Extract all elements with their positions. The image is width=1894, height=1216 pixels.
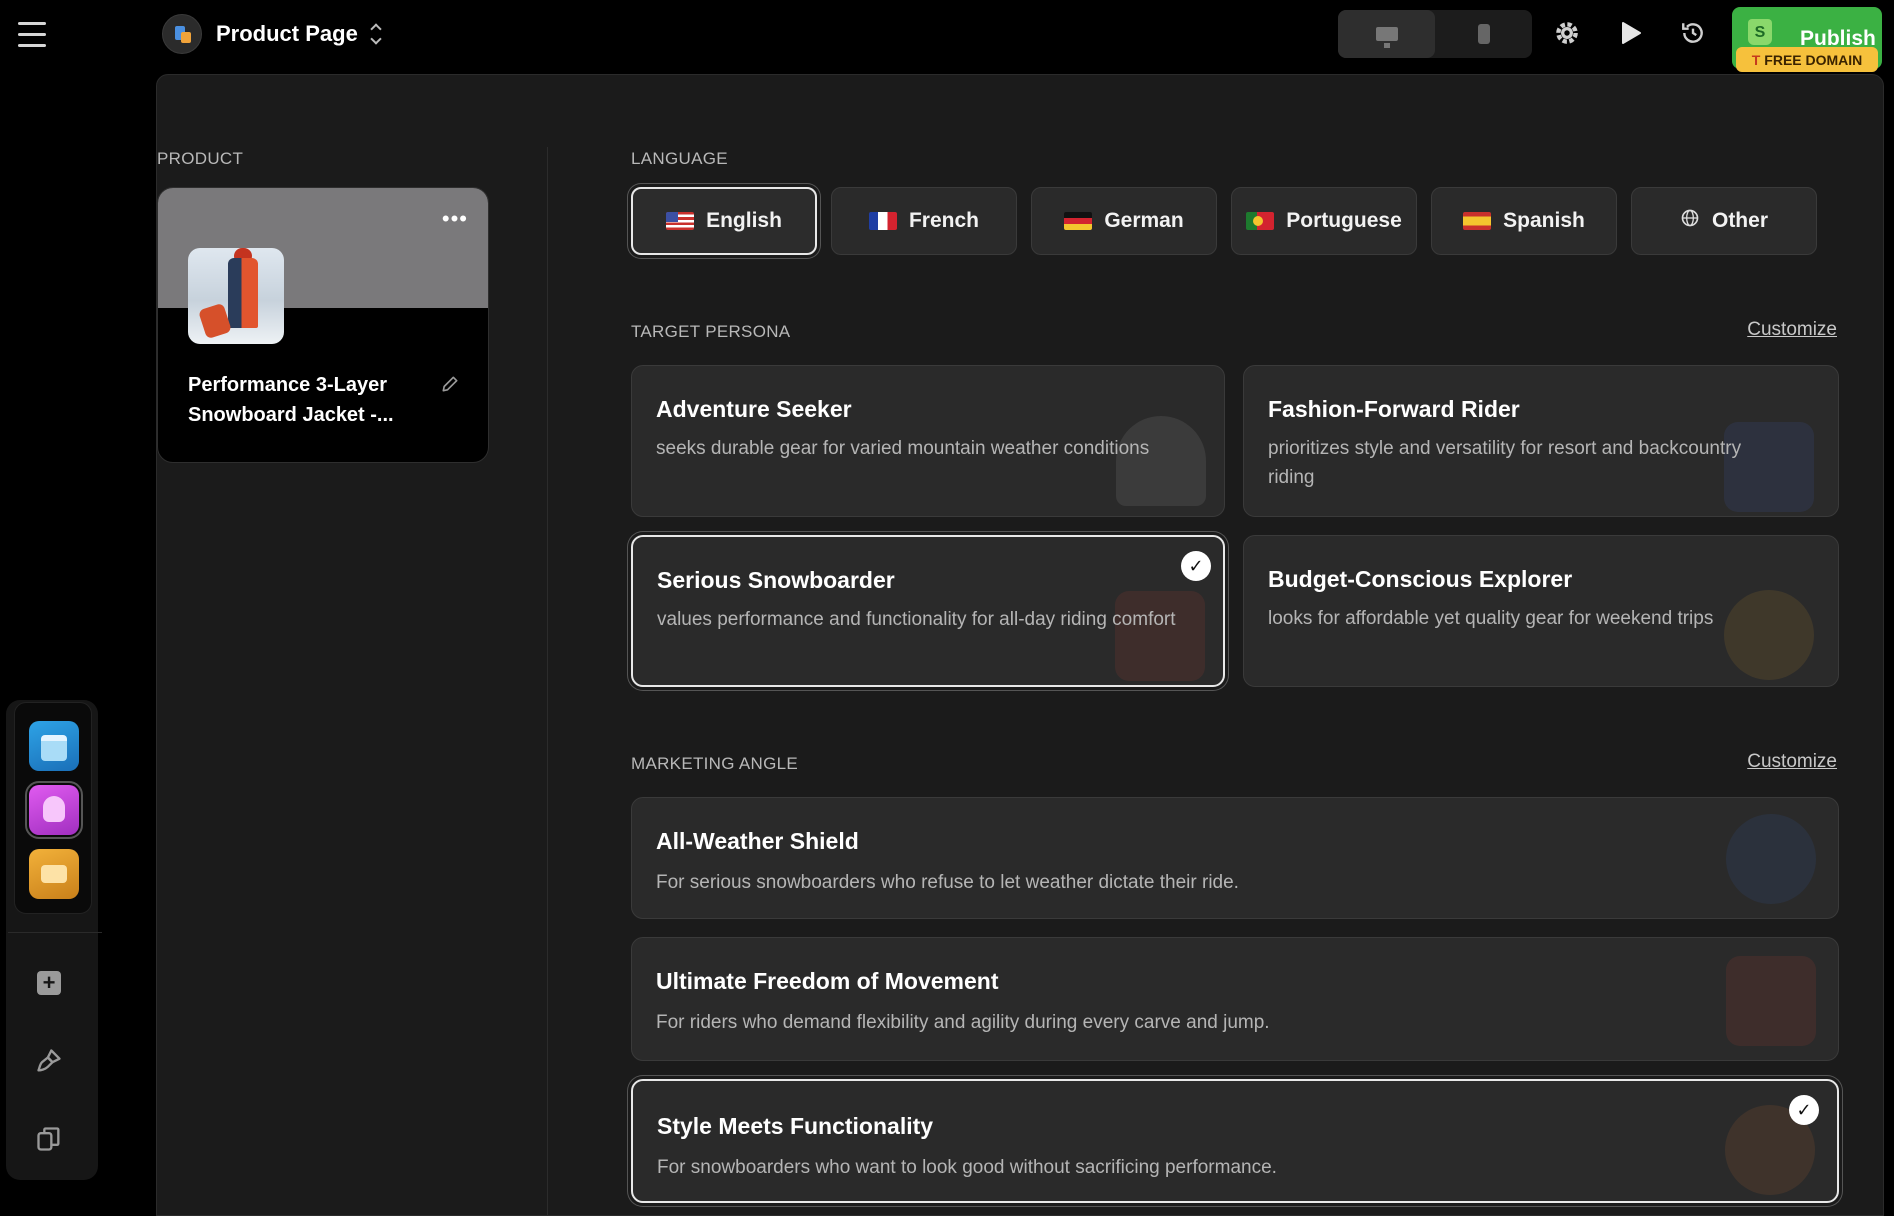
language-option-german[interactable]: German	[1031, 187, 1217, 255]
product-name: Performance 3-Layer Snowboard Jacket -..…	[188, 374, 394, 426]
shopify-bag-icon: S	[1748, 19, 1772, 45]
persona-section-label: TARGET PERSONA	[631, 322, 791, 341]
language-option-english[interactable]: English	[631, 187, 817, 255]
pencil-icon[interactable]	[440, 374, 460, 399]
marketing-title: Ultimate Freedom of Movement	[656, 968, 999, 994]
language-label: Spanish	[1503, 209, 1585, 232]
marketing-title: Style Meets Functionality	[657, 1113, 934, 1139]
shield-icon	[1726, 814, 1816, 904]
marketing-desc: For serious snowboarders who refuse to l…	[656, 872, 1239, 893]
language-section-label: LANGUAGE	[631, 149, 728, 168]
persona-desc: seeks durable gear for varied mountain w…	[656, 438, 1150, 459]
marketing-section-label: MARKETING ANGLE	[631, 754, 798, 773]
de-flag-icon	[1064, 212, 1093, 230]
free-domain-label: FREE DOMAIN	[1764, 51, 1863, 68]
persona-desc: looks for affordable yet quality gear fo…	[1268, 608, 1714, 629]
language-label: Portuguese	[1286, 209, 1402, 232]
product-thumbnail	[188, 248, 284, 344]
check-icon: ✓	[1181, 551, 1211, 581]
persona-app-icon[interactable]	[25, 781, 83, 839]
brush-icon[interactable]	[34, 1046, 64, 1076]
marketing-card-all-weather-shield[interactable]: All-Weather Shield For serious snowboard…	[631, 797, 1839, 919]
language-label: French	[908, 209, 979, 232]
marketing-card-style-meets-functionality[interactable]: ✓ Style Meets Functionality For snowboar…	[631, 1079, 1839, 1203]
persona-card-adventure-seeker[interactable]: Adventure Seeker seeks durable gear for …	[631, 365, 1225, 517]
fr-flag-icon	[868, 212, 897, 230]
top-bar: Product Page S Publish T FREE DOMAIN	[0, 0, 1894, 72]
persona-card-serious-snowboarder[interactable]: ✓ Serious Snowboarder values performance…	[631, 535, 1225, 687]
main-panel: PRODUCT ••• Performance 3-Layer Snowboar…	[156, 74, 1884, 1216]
us-flag-icon	[666, 212, 695, 230]
column-divider	[547, 147, 548, 1215]
persona-desc: prioritizes style and versatility for re…	[1268, 438, 1742, 488]
store-app-icon[interactable]	[29, 721, 79, 771]
persona-title: Adventure Seeker	[656, 396, 852, 422]
persona-title: Budget-Conscious Explorer	[1268, 566, 1573, 592]
more-options-icon[interactable]: •••	[442, 206, 468, 232]
language-label: English	[706, 209, 782, 232]
history-icon[interactable]	[1678, 18, 1708, 48]
device-toggle	[1338, 10, 1532, 58]
product-card[interactable]: ••• Performance 3-Layer Snowboard Jacket…	[157, 187, 489, 463]
language-option-french[interactable]: French	[831, 187, 1017, 255]
chevron-updown-icon	[370, 23, 382, 45]
language-option-spanish[interactable]: Spanish	[1431, 187, 1617, 255]
snowboarder-icon	[1726, 956, 1816, 1046]
free-domain-badge[interactable]: T FREE DOMAIN	[1736, 47, 1878, 72]
persona-title: Serious Snowboarder	[657, 567, 895, 593]
add-section-button[interactable]: +	[34, 968, 64, 998]
desktop-view-button[interactable]	[1338, 10, 1435, 58]
persona-card-fashion-forward-rider[interactable]: Fashion-Forward Rider prioritizes style …	[1243, 365, 1839, 517]
camera-app-icon[interactable]	[29, 849, 79, 899]
menu-icon[interactable]	[18, 22, 46, 48]
product-section-label: PRODUCT	[157, 149, 244, 168]
gear-icon[interactable]	[1552, 18, 1582, 48]
play-icon[interactable]	[1616, 18, 1646, 48]
marketing-customize-link[interactable]: Customize	[1747, 751, 1837, 773]
page-type-icon	[162, 14, 202, 54]
check-icon: ✓	[1789, 1095, 1819, 1125]
marketing-title: All-Weather Shield	[656, 828, 859, 854]
copy-icon[interactable]	[34, 1124, 64, 1154]
persona-title: Fashion-Forward Rider	[1268, 396, 1520, 422]
language-options: English French German Portuguese Spanish…	[631, 187, 1817, 255]
page-title: Product Page	[216, 21, 358, 46]
persona-customize-link[interactable]: Customize	[1747, 319, 1837, 341]
language-label: Other	[1711, 209, 1768, 232]
marketing-desc: For snowboarders who want to look good w…	[657, 1157, 1277, 1178]
language-label: German	[1104, 209, 1184, 232]
persona-desc: values performance and functionality for…	[657, 609, 1176, 630]
marketing-card-ultimate-freedom[interactable]: Ultimate Freedom of Movement For riders …	[631, 937, 1839, 1061]
pt-flag-icon	[1246, 212, 1275, 230]
es-flag-icon	[1463, 212, 1492, 230]
mobile-view-button[interactable]	[1435, 10, 1532, 58]
marketing-desc: For riders who demand flexibility and ag…	[656, 1012, 1270, 1033]
language-option-portuguese[interactable]: Portuguese	[1231, 187, 1417, 255]
desktop-icon	[1375, 27, 1398, 48]
t-logo-icon: T	[1751, 51, 1761, 68]
rail-divider	[8, 932, 102, 933]
app-switcher	[14, 702, 92, 914]
persona-card-budget-conscious-explorer[interactable]: Budget-Conscious Explorer looks for affo…	[1243, 535, 1839, 687]
mobile-icon	[1477, 24, 1490, 44]
page-switcher[interactable]: Product Page	[162, 14, 382, 54]
plus-icon: +	[37, 971, 61, 995]
language-option-other[interactable]: Other	[1631, 187, 1817, 255]
globe-icon	[1680, 208, 1700, 234]
